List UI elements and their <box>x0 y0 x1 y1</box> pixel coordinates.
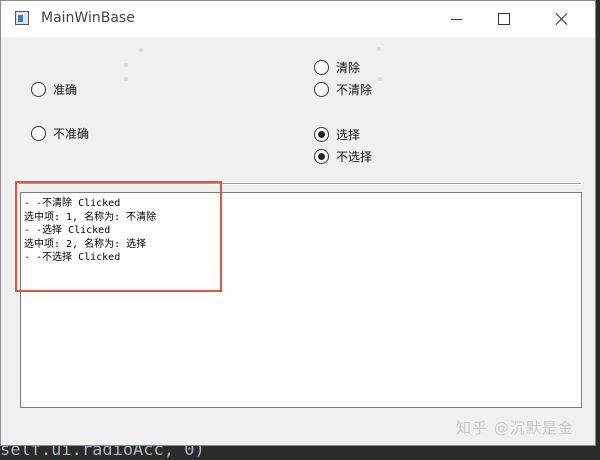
radio-accurate[interactable]: 准确 <box>31 81 77 98</box>
minimize-button[interactable] <box>433 1 479 37</box>
watermark: 知乎 @沉默是金 <box>456 419 574 437</box>
radio-no-select[interactable]: 不选择 <box>314 148 372 165</box>
radio-inaccurate[interactable]: 不准确 <box>31 125 89 142</box>
title-bar: MainWinBase <box>1 1 595 37</box>
radio-no-clear[interactable]: 不清除 <box>314 81 372 98</box>
handle-dot <box>124 77 128 81</box>
radio-select-indicator <box>314 127 329 142</box>
radio-no-clear-indicator <box>314 82 329 97</box>
radio-select-label: 选择 <box>336 128 361 142</box>
radio-clear[interactable]: 清除 <box>314 59 360 76</box>
radio-clear-indicator <box>314 60 329 75</box>
handle-dot <box>377 47 381 51</box>
minimize-icon <box>450 18 462 20</box>
radio-clear-label: 清除 <box>336 61 361 75</box>
window-title: MainWinBase <box>41 10 135 26</box>
radio-accurate-label: 准确 <box>53 83 78 97</box>
maximize-icon <box>498 13 510 25</box>
radio-accurate-indicator <box>31 82 46 97</box>
maximize-button[interactable] <box>481 1 527 37</box>
main-window: MainWinBase 准确 不准确 清除 不清除 选择 不选择 - -不清除 … <box>0 0 596 446</box>
close-button[interactable] <box>539 1 585 37</box>
handle-dot <box>378 77 382 81</box>
radio-inaccurate-label: 不准确 <box>53 127 90 141</box>
radio-no-select-indicator <box>314 149 329 164</box>
radio-no-select-label: 不选择 <box>336 150 373 164</box>
app-icon <box>15 11 29 25</box>
radio-select[interactable]: 选择 <box>314 126 360 143</box>
handle-dot <box>139 48 143 52</box>
annotation-highlight-box <box>15 181 222 292</box>
radio-inaccurate-indicator <box>31 126 46 141</box>
handle-dot <box>124 63 128 67</box>
radio-no-clear-label: 不清除 <box>336 83 373 97</box>
close-icon <box>555 12 569 26</box>
